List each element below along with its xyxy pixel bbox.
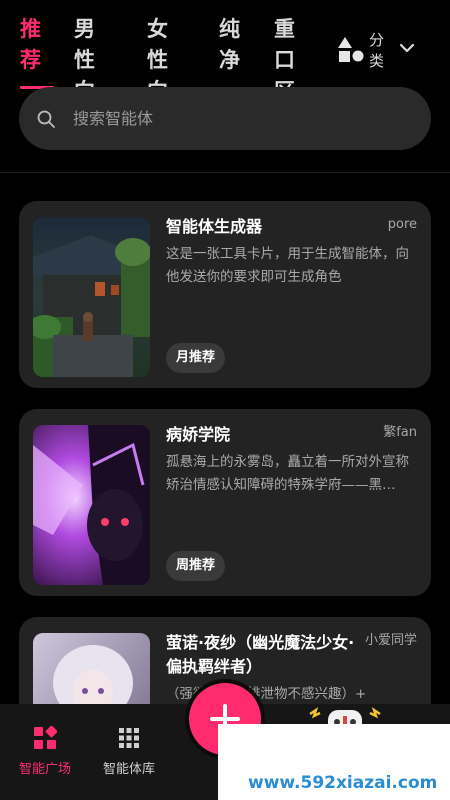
search-bar[interactable] bbox=[19, 87, 431, 150]
agent-author[interactable]: 繁fan bbox=[383, 423, 417, 443]
agent-cover-image bbox=[33, 217, 150, 377]
recommend-badge: 月推荐 bbox=[166, 343, 226, 373]
category-label: 分类 bbox=[369, 31, 385, 70]
search-input[interactable] bbox=[73, 87, 403, 150]
nav-label: 智能体库 bbox=[102, 762, 155, 777]
agent-card[interactable]: 智能体生成器 pore 这是一张工具卡片，用于生成智能体，向他发送你的要求即可生… bbox=[19, 201, 431, 388]
agent-cover-image bbox=[33, 425, 150, 585]
apps-icon bbox=[119, 728, 139, 748]
tab-recommend[interactable]: 推荐 bbox=[20, 14, 54, 76]
agent-description: 孤悬海上的永雾岛，矗立着一所对外宣称矫治情感认知障碍的特殊学府——黑… bbox=[166, 454, 409, 493]
header-divider bbox=[0, 172, 450, 173]
search-icon bbox=[37, 110, 55, 128]
agent-author[interactable]: 小爱同学 bbox=[365, 631, 417, 651]
agent-title: 智能体生成器 bbox=[166, 217, 263, 236]
agent-author[interactable]: pore bbox=[388, 215, 417, 235]
watermark-text: 592软件园 bbox=[230, 727, 403, 767]
agent-title: 萤诺·夜纱（幽光魔法少女·偏执羁绊者） bbox=[166, 633, 355, 676]
agent-title: 病娇学院 bbox=[166, 425, 231, 444]
category-dropdown[interactable]: 分类 bbox=[337, 30, 437, 74]
nav-label: 智能广场 bbox=[18, 762, 71, 777]
top-tabs: 推荐 男性向 女性向 纯净 重口区 分类 bbox=[0, 0, 450, 103]
watermark-url: www.592xiazai.com bbox=[248, 773, 438, 793]
recommend-badge: 周推荐 bbox=[166, 551, 226, 581]
agent-description: 这是一张工具卡片，用于生成智能体，向他发送你的要求即可生成角色 bbox=[166, 246, 409, 285]
agent-card[interactable]: 病娇学院 繁fan 孤悬海上的永雾岛，矗立着一所对外宣称矫治情感认知障碍的特殊学… bbox=[19, 409, 431, 596]
nav-agent-square[interactable]: 智能广场 bbox=[0, 726, 90, 777]
grid-icon bbox=[34, 726, 57, 749]
tab-pure[interactable]: 纯净 bbox=[219, 14, 253, 76]
chevron-down-icon bbox=[399, 43, 415, 53]
watermark-logo: 592软件园 www.592xiazai.com bbox=[218, 724, 450, 800]
nav-agent-library[interactable]: 智能体库 bbox=[84, 726, 174, 777]
shapes-icon bbox=[338, 37, 364, 62]
